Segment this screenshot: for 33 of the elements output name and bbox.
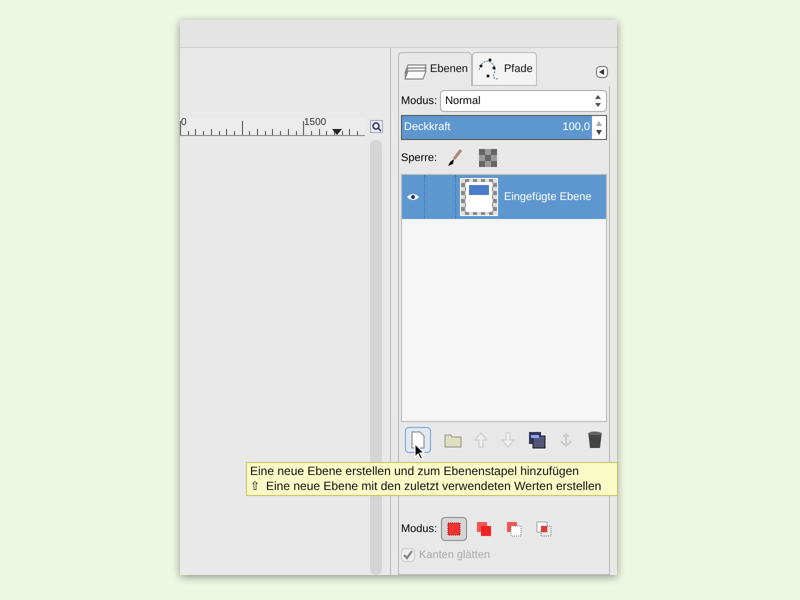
mode-dropdown[interactable]: Normal (440, 90, 607, 112)
panel-tab[interactable]: Pfade (472, 52, 537, 86)
selection-mode-label: Modus: (401, 522, 438, 537)
selection-mode-button[interactable] (441, 517, 468, 541)
mode-label: Modus: (401, 94, 438, 109)
blank-page-icon (411, 431, 425, 449)
selection-mode-icon (536, 521, 552, 537)
tooltip-title: Eine neue Ebene erstellen und zum Ebenenstapel hinzufügen (250, 464, 580, 479)
lock-label: Sperre: (401, 150, 438, 166)
selection-mode-icon (476, 521, 492, 537)
zoom-icon (370, 120, 383, 133)
stepper-arrows-icon (594, 94, 602, 108)
mouse-cursor-icon (414, 443, 425, 460)
triangle-left-icon (599, 69, 605, 75)
ruler-label: 0 (181, 118, 187, 128)
eye-icon[interactable] (407, 193, 419, 201)
checkerboard-icon[interactable] (479, 149, 498, 167)
antialias-label: Kanten glätten (419, 548, 490, 563)
paintbrush-icon[interactable] (447, 149, 464, 167)
stepper-arrows-icon[interactable] (595, 120, 603, 136)
duplicate-icon[interactable] (528, 431, 546, 449)
trash-icon[interactable] (586, 431, 603, 449)
opacity-value: 100,0 (562, 120, 590, 136)
selection-mode-icon (446, 521, 462, 537)
layer-name: Eingefügte Ebene (504, 190, 592, 205)
opacity-label: Deckkraft (404, 120, 450, 136)
panel-tab[interactable]: Ebenen (398, 52, 472, 86)
selection-mode-icon (506, 521, 522, 537)
panel-menu-button[interactable] (596, 66, 608, 78)
layer-thumbnail (460, 178, 498, 216)
pointer-marker-icon (332, 129, 342, 135)
tooltip-hint: ⇧ Eine neue Ebene mit den zuletzt verwendeten Werten erstellen (250, 479, 602, 494)
ruler-label: 1500 (304, 118, 326, 128)
